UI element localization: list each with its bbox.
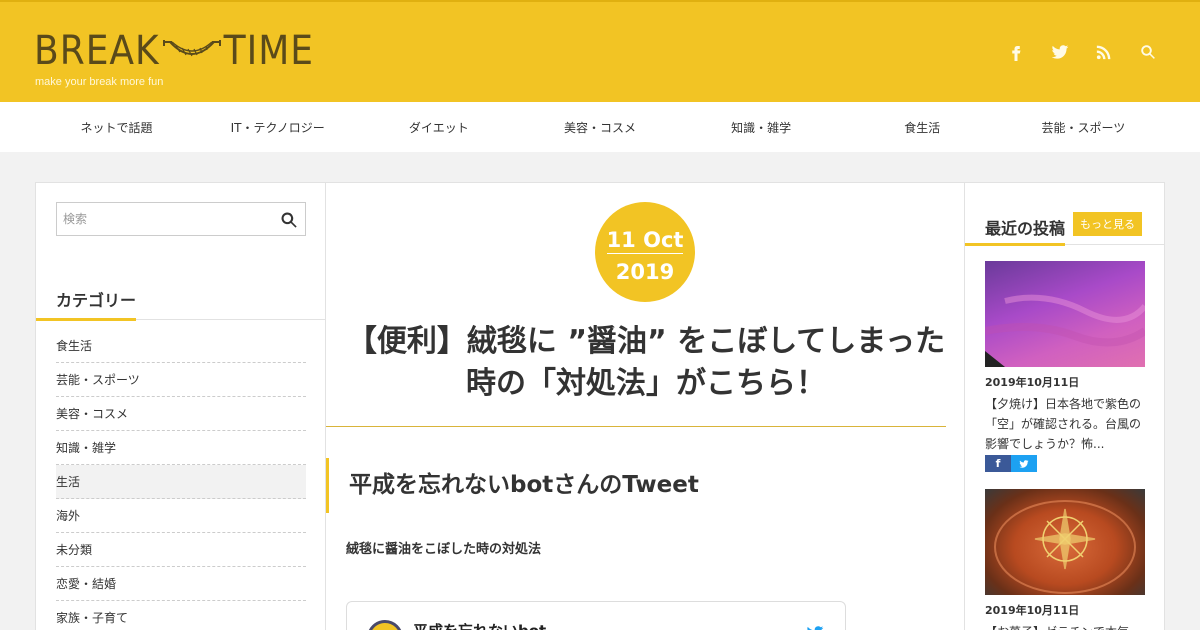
left-sidebar: カテゴリー 食生活 芸能・スポーツ 美容・コスメ 知識・雑学 生活 海外 未分類… bbox=[36, 183, 326, 630]
post-thumbnail-gelatin[interactable] bbox=[985, 489, 1145, 595]
twitter-icon bbox=[1019, 460, 1029, 468]
purple-sky-image bbox=[985, 294, 1145, 367]
nav-item-food[interactable]: 食生活 bbox=[842, 119, 1003, 136]
logo-tagline: make your break more fun bbox=[35, 76, 164, 88]
date-badge: 11 Oct 2019 bbox=[595, 202, 695, 302]
facebook-icon[interactable] bbox=[1006, 42, 1026, 62]
facebook-share-button[interactable]: f bbox=[985, 455, 1011, 472]
site-header: BREAK TIME make your break more fun bbox=[0, 0, 1200, 102]
gelatin-compass-image bbox=[994, 500, 1136, 594]
header-icons bbox=[1006, 42, 1158, 62]
article-lead: 絨毯に醤油をこぼした時の対処法 bbox=[346, 542, 542, 557]
logo-text-left: BREAK bbox=[34, 28, 160, 74]
category-divider-accent bbox=[36, 318, 136, 321]
category-item[interactable]: 海外 bbox=[56, 499, 306, 533]
post-date: 2019年10月11日 bbox=[985, 604, 1080, 617]
category-item[interactable]: 家族・子育て bbox=[56, 601, 306, 630]
more-button[interactable]: もっと見る bbox=[1073, 212, 1142, 236]
sidebar-search bbox=[56, 202, 306, 236]
category-item[interactable]: 知識・雑学 bbox=[56, 431, 306, 465]
share-buttons: f bbox=[985, 455, 1037, 472]
recent-posts-heading: 最近の投稿 bbox=[985, 219, 1066, 238]
logo-text-right: TIME bbox=[223, 28, 314, 74]
post-date: 2019年10月11日 bbox=[985, 376, 1080, 389]
nav-item-it-technology[interactable]: IT・テクノロジー bbox=[197, 119, 358, 136]
nav-item-knowledge[interactable]: 知識・雑学 bbox=[681, 119, 842, 136]
article-title-line1: 【便利】絨毯に ”醤油” をこぼしてしまった bbox=[346, 324, 946, 359]
twitter-share-button[interactable] bbox=[1011, 455, 1037, 472]
recent-divider-accent bbox=[965, 243, 1065, 246]
date-year: 2019 bbox=[615, 260, 675, 284]
category-item-active[interactable]: 生活 bbox=[56, 465, 306, 499]
content-area: カテゴリー 食生活 芸能・スポーツ 美容・コスメ 知識・雑学 生活 海外 未分類… bbox=[35, 182, 1165, 630]
post-thumbnail-purple-sky[interactable] bbox=[985, 261, 1145, 367]
embedded-tweet[interactable]: 平成を忘れないbot bbox=[346, 601, 846, 630]
category-item[interactable]: 芸能・スポーツ bbox=[56, 363, 306, 397]
site-logo[interactable]: BREAK TIME make your break more fun bbox=[34, 28, 314, 88]
hammock-icon bbox=[162, 40, 221, 57]
nav-item-diet[interactable]: ダイエット bbox=[358, 119, 519, 136]
avatar[interactable] bbox=[367, 620, 403, 630]
article-title: 【便利】絨毯に ”醤油” をこぼしてしまった 時の「対処法」がこちら！ bbox=[346, 321, 946, 405]
main-nav: ネットで話題 IT・テクノロジー ダイエット 美容・コスメ 知識・雑学 食生活 … bbox=[0, 102, 1200, 152]
title-divider bbox=[326, 426, 946, 427]
twitter-icon[interactable] bbox=[1050, 42, 1070, 62]
category-item[interactable]: 恋愛・結婚 bbox=[56, 567, 306, 601]
nav-item-net-topics[interactable]: ネットで話題 bbox=[36, 119, 197, 136]
category-item[interactable]: 未分類 bbox=[56, 533, 306, 567]
article-title-line2: 時の「対処法」がこちら！ bbox=[466, 366, 826, 401]
article-subheading: 平成を忘れないbotさんのTweet bbox=[326, 458, 699, 513]
twitter-bird-icon[interactable] bbox=[805, 624, 825, 630]
category-item[interactable]: 美容・コスメ bbox=[56, 397, 306, 431]
nav-item-beauty[interactable]: 美容・コスメ bbox=[519, 119, 680, 136]
right-sidebar: 最近の投稿 もっと見る 2019年10月11日 【夕焼け】日本各地で紫色の「空」… bbox=[964, 183, 1165, 630]
search-icon[interactable] bbox=[1138, 42, 1158, 62]
category-item[interactable]: 食生活 bbox=[56, 329, 306, 363]
category-heading: カテゴリー bbox=[56, 291, 137, 310]
search-button-icon[interactable] bbox=[279, 210, 299, 230]
search-input[interactable] bbox=[57, 203, 267, 235]
post-excerpt[interactable]: 【お菓子】ゼラチンで本気 bbox=[985, 622, 1147, 630]
tweet-author-name[interactable]: 平成を忘れないbot bbox=[413, 620, 546, 630]
date-day-month: 11 Oct bbox=[606, 228, 684, 254]
post-excerpt[interactable]: 【夕焼け】日本各地で紫色の「空」が確認される。台風の影響でしょうか？怖... bbox=[985, 394, 1147, 454]
rss-icon[interactable] bbox=[1094, 42, 1114, 62]
logo-wordmark: BREAK TIME bbox=[34, 28, 314, 74]
category-list: 食生活 芸能・スポーツ 美容・コスメ 知識・雑学 生活 海外 未分類 恋愛・結婚… bbox=[56, 329, 306, 630]
article-main: 11 Oct 2019 【便利】絨毯に ”醤油” をこぼしてしまった 時の「対処… bbox=[326, 183, 964, 630]
nav-item-entertainment[interactable]: 芸能・スポーツ bbox=[1003, 119, 1164, 136]
